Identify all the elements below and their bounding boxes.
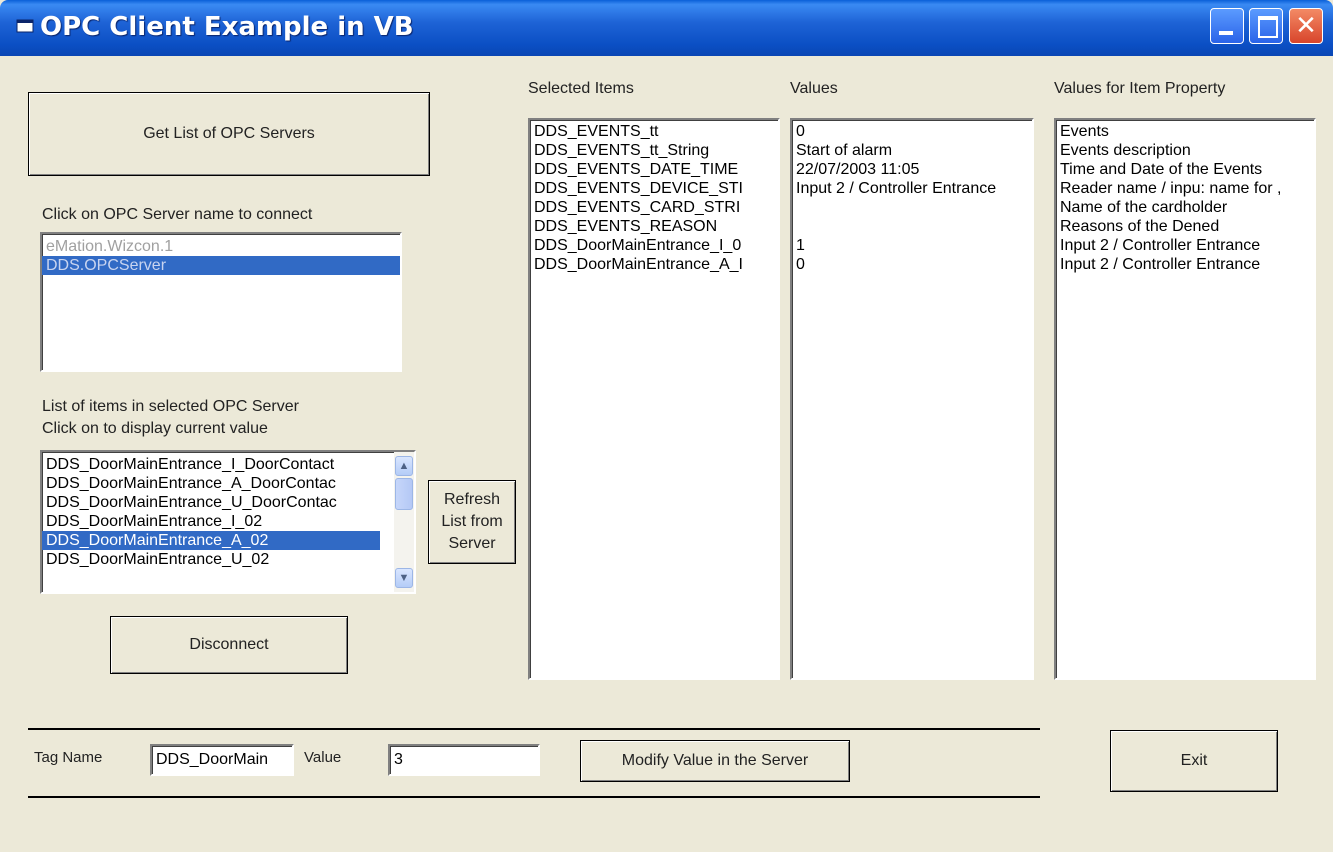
items-scrollbar[interactable]: ▲ ▼ — [394, 452, 414, 592]
minimize-icon — [1219, 31, 1233, 35]
list-item[interactable]: Reasons of the Dened — [1056, 217, 1314, 236]
list-item[interactable]: Start of alarm — [792, 141, 1032, 160]
title-bar[interactable]: OPC Client Example in VB ✕ — [0, 0, 1333, 56]
value-label: Value — [304, 749, 342, 766]
maximize-icon — [1258, 16, 1278, 38]
separator-bottom — [28, 796, 1040, 798]
list-item[interactable]: DDS_EVENTS_DATE_TIME — [530, 160, 778, 179]
list-item[interactable]: Events — [1056, 122, 1314, 141]
app-icon — [14, 16, 36, 38]
server-item[interactable]: eMation.Wizcon.1 — [42, 237, 400, 256]
list-item[interactable]: DDS_EVENTS_DEVICE_STI — [530, 179, 778, 198]
properties-list[interactable]: Events Events description Time and Date … — [1054, 118, 1316, 680]
list-item[interactable]: 0 — [792, 255, 1032, 274]
list-item[interactable]: Reader name / inpu: name for , — [1056, 179, 1314, 198]
selected-items-list[interactable]: DDS_EVENTS_tt DDS_EVENTS_tt_String DDS_E… — [528, 118, 780, 680]
exit-button[interactable]: Exit — [1110, 730, 1278, 792]
list-item[interactable]: DDS_EVENTS_tt — [530, 122, 778, 141]
server-item-selected[interactable]: DDS.OPCServer — [42, 256, 400, 275]
close-button[interactable]: ✕ — [1289, 8, 1323, 44]
scroll-thumb[interactable] — [395, 478, 413, 510]
list-item[interactable]: DDS_DoorMainEntrance_U_02 — [42, 550, 414, 569]
list-item[interactable]: DDS_DoorMainEntrance_I_02 — [42, 512, 414, 531]
server-list[interactable]: eMation.Wizcon.1 DDS.OPCServer — [40, 232, 402, 372]
modify-value-button[interactable]: Modify Value in the Server — [580, 740, 850, 782]
list-item[interactable]: 0 — [792, 122, 1032, 141]
items-list[interactable]: DDS_DoorMainEntrance_I_DoorContact DDS_D… — [40, 450, 416, 594]
items-label-line2: Click on to display current value — [42, 420, 268, 437]
list-item[interactable]: DDS_DoorMainEntrance_I_0 — [530, 236, 778, 255]
list-item[interactable]: 22/07/2003 11:05 — [792, 160, 1032, 179]
values-list[interactable]: 0 Start of alarm 22/07/2003 11:05 Input … — [790, 118, 1034, 680]
list-item[interactable]: DDS_DoorMainEntrance_U_DoorContac — [42, 493, 414, 512]
refresh-list-button[interactable]: Refresh List from Server — [428, 480, 516, 564]
list-item[interactable]: Input 2 / Controller Entrance — [792, 179, 1032, 198]
value-input[interactable]: 3 — [388, 744, 540, 776]
properties-header: Values for Item Property — [1054, 80, 1226, 97]
list-item[interactable] — [792, 198, 1032, 217]
tag-name-label: Tag Name — [34, 749, 103, 766]
scroll-down-icon[interactable]: ▼ — [395, 568, 413, 588]
items-label-line1: List of items in selected OPC Server — [42, 398, 299, 415]
connect-label: Click on OPC Server name to connect — [42, 206, 313, 223]
refresh-line3: Server — [448, 535, 496, 552]
list-item[interactable]: Input 2 / Controller Entrance — [1056, 236, 1314, 255]
list-item[interactable]: DDS_DoorMainEntrance_A_I — [530, 255, 778, 274]
list-item[interactable]: Time and Date of the Events — [1056, 160, 1314, 179]
get-servers-button[interactable]: Get List of OPC Servers — [28, 92, 430, 176]
list-item[interactable]: DDS_EVENTS_tt_String — [530, 141, 778, 160]
selected-items-header: Selected Items — [528, 80, 634, 97]
maximize-button[interactable] — [1249, 8, 1283, 44]
list-item[interactable]: DDS_EVENTS_REASON — [530, 217, 778, 236]
list-item[interactable]: DDS_DoorMainEntrance_A_DoorContac — [42, 474, 414, 493]
values-header: Values — [790, 80, 838, 97]
refresh-line2: List from — [441, 513, 503, 530]
minimize-button[interactable] — [1210, 8, 1244, 44]
main-window: OPC Client Example in VB ✕ Get List of O… — [0, 0, 1333, 852]
window-title: OPC Client Example in VB — [40, 12, 414, 42]
list-item[interactable]: Input 2 / Controller Entrance — [1056, 255, 1314, 274]
list-item[interactable]: Name of the cardholder — [1056, 198, 1314, 217]
refresh-line1: Refresh — [443, 491, 501, 508]
disconnect-button[interactable]: Disconnect — [110, 616, 348, 674]
separator-top — [28, 728, 1040, 730]
close-icon: ✕ — [1295, 11, 1317, 41]
list-item[interactable]: DDS_DoorMainEntrance_I_DoorContact — [42, 455, 414, 474]
list-item[interactable]: 1 — [792, 236, 1032, 255]
tag-name-input[interactable]: DDS_DoorMain — [150, 744, 294, 776]
list-item[interactable]: Events description — [1056, 141, 1314, 160]
scroll-up-icon[interactable]: ▲ — [395, 456, 413, 476]
list-item[interactable] — [792, 217, 1032, 236]
list-item-selected[interactable]: DDS_DoorMainEntrance_A_02 — [42, 531, 380, 550]
list-item[interactable]: DDS_EVENTS_CARD_STRI — [530, 198, 778, 217]
